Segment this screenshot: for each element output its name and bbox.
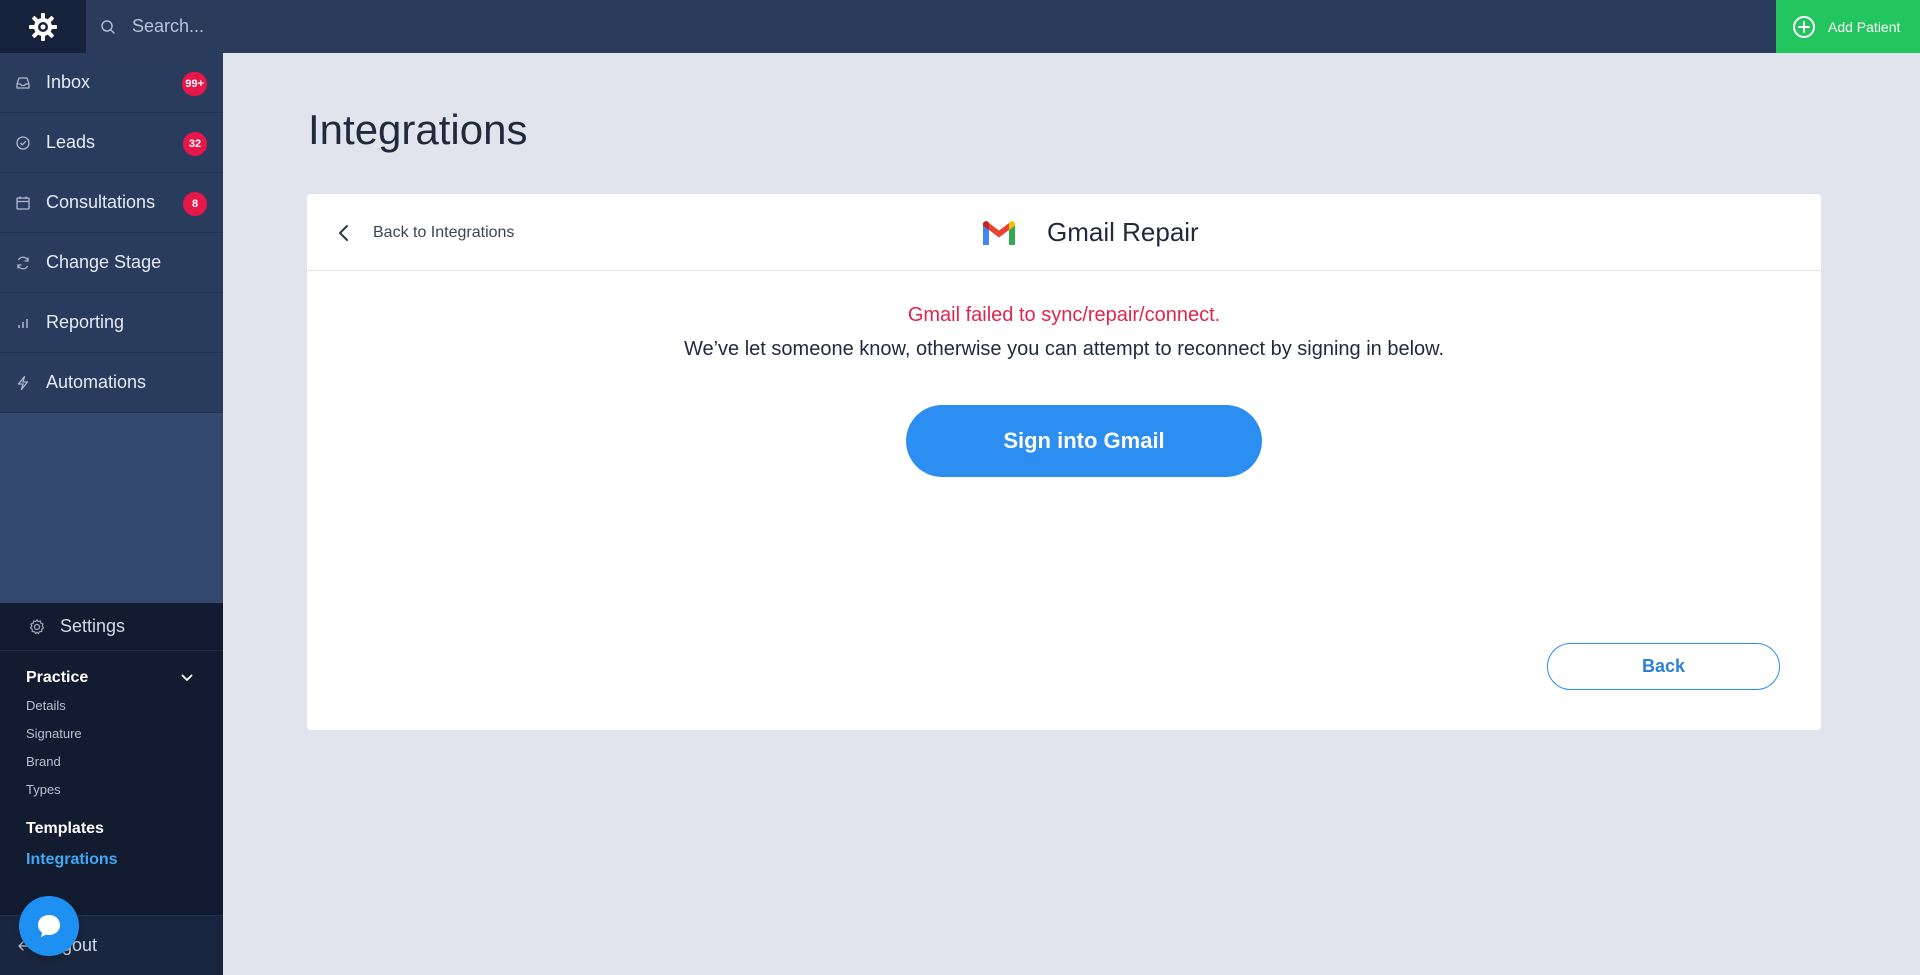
sidebar-item-label: Consultations (46, 192, 156, 212)
sidebar-item-label: Inbox (46, 72, 91, 92)
sidebar-item-leads[interactable]: Leads 32 (0, 113, 223, 173)
search-icon (101, 19, 115, 34)
settings-label: Settings (60, 616, 126, 636)
sidebar-subitem-signature[interactable]: Signature (0, 719, 223, 747)
calendar-icon (15, 195, 31, 211)
chevron-down-icon (181, 674, 193, 681)
add-patient-label: Add Patient (1828, 18, 1901, 35)
sidebar-subitem-details[interactable]: Details (0, 691, 223, 719)
inbox-count-badge: 99+ (182, 72, 207, 96)
plus-circle-icon (1793, 15, 1815, 38)
lightning-icon (15, 375, 31, 391)
top-bar: Add Patient (0, 0, 1920, 53)
page-title: Integrations (308, 106, 528, 153)
search-input[interactable] (132, 16, 732, 37)
gear-icon (28, 618, 46, 636)
sign-into-gmail-button[interactable]: Sign into Gmail (906, 405, 1262, 477)
leads-count-badge: 32 (183, 132, 207, 156)
card-header: Back to Integrations Gmail Repair (307, 194, 1821, 271)
sidebar-item-change-stage[interactable]: Change Stage (0, 233, 223, 293)
sidebar-item-reporting[interactable]: Reporting (0, 293, 223, 353)
sidebar-item-label: Leads (46, 132, 96, 152)
sidebar-item-label: Automations (46, 372, 147, 392)
consultations-count-badge: 8 (183, 192, 207, 216)
gear-logo-icon (29, 12, 57, 41)
error-message: Gmail failed to sync/repair/connect. (907, 304, 1221, 326)
info-message: We’ve let someone know, otherwise you ca… (683, 338, 1445, 360)
gmail-logo-icon (983, 220, 1015, 245)
settings-link[interactable]: Settings (0, 603, 223, 651)
practice-label: Practice (26, 669, 89, 686)
sidebar-subitem-types[interactable]: Types (0, 775, 223, 803)
sidebar-item-label: Change Stage (46, 252, 162, 272)
card-title: Gmail Repair (981, 194, 1199, 271)
search-bar (100, 0, 732, 53)
practice-section-toggle[interactable]: Practice (0, 651, 223, 687)
sidebar-item-inbox[interactable]: Inbox 99+ (0, 53, 223, 113)
sidebar-spacer (0, 413, 223, 603)
sidebar-link-templates[interactable]: Templates (0, 813, 223, 844)
sidebar-item-consultations[interactable]: Consultations 8 (0, 173, 223, 233)
sidebar-item-label: Reporting (46, 312, 125, 332)
back-to-integrations-link[interactable]: Back to Integrations (337, 194, 514, 271)
back-button[interactable]: Back (1547, 643, 1780, 690)
sidebar-link-integrations[interactable]: Integrations (0, 844, 223, 875)
check-circle-icon (15, 135, 31, 151)
add-patient-button[interactable]: Add Patient (1776, 0, 1920, 53)
sidebar-item-automations[interactable]: Automations (0, 353, 223, 413)
inbox-icon (15, 75, 31, 91)
bar-chart-icon (15, 315, 31, 331)
chat-icon (38, 915, 60, 937)
sidebar: Inbox 99+ Leads 32 Consultations 8 Chang… (0, 53, 223, 975)
card-title-text: Gmail Repair (1047, 217, 1199, 247)
chat-widget-button[interactable] (19, 896, 79, 956)
back-link-label: Back to Integrations (373, 223, 515, 241)
app-logo[interactable] (0, 0, 86, 53)
sidebar-subitem-brand[interactable]: Brand (0, 747, 223, 775)
chevron-left-icon (339, 224, 348, 241)
gmail-repair-card: Back to Integrations Gmail Repair Gmail … (307, 194, 1821, 730)
refresh-icon (15, 255, 31, 271)
